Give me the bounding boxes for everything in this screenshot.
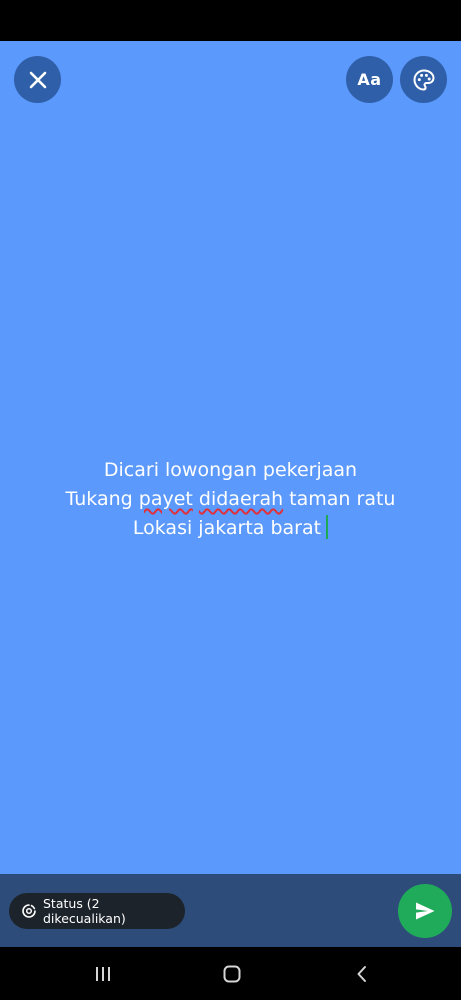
- recent-apps-button[interactable]: [88, 959, 118, 989]
- screen: Aa Dicari lowongan pekerjaan Tukang paye…: [0, 0, 461, 1000]
- back-icon: [357, 966, 366, 982]
- text-segment: Tukang: [65, 488, 139, 510]
- close-icon: [29, 71, 46, 88]
- status-text-line-1: Dicari lowongan pekerjaan: [103, 459, 358, 481]
- text-segment: taman ratu: [283, 488, 396, 510]
- font-style-label: Aa: [357, 70, 382, 89]
- text-segment: Lokasi jakarta barat: [132, 517, 322, 539]
- status-audience-label: Status (2 dikecualikan): [43, 896, 126, 926]
- send-button[interactable]: [398, 884, 452, 938]
- misspelled-word[interactable]: payet: [139, 488, 193, 510]
- misspelled-word[interactable]: didaerah: [199, 488, 283, 510]
- status-text-line-3: Lokasi jakarta barat: [0, 514, 461, 543]
- palette-icon: [412, 68, 435, 91]
- status-text-editor[interactable]: Dicari lowongan pekerjaan Tukang payet d…: [0, 456, 461, 543]
- text-caret: [326, 515, 329, 539]
- background-color-button[interactable]: [400, 56, 447, 103]
- home-button[interactable]: [217, 959, 247, 989]
- system-status-bar: [0, 0, 461, 41]
- status-ring-icon: [21, 903, 37, 919]
- close-button[interactable]: [14, 56, 61, 103]
- recent-apps-icon: [96, 967, 110, 981]
- send-icon: [416, 902, 435, 920]
- navigation-bar: [0, 947, 461, 1000]
- font-style-button[interactable]: Aa: [346, 56, 393, 103]
- status-text-line-2: Tukang payet didaerah taman ratu: [0, 485, 461, 514]
- home-icon: [223, 965, 241, 983]
- back-button[interactable]: [347, 959, 377, 989]
- status-audience-button[interactable]: Status (2 dikecualikan): [9, 893, 185, 929]
